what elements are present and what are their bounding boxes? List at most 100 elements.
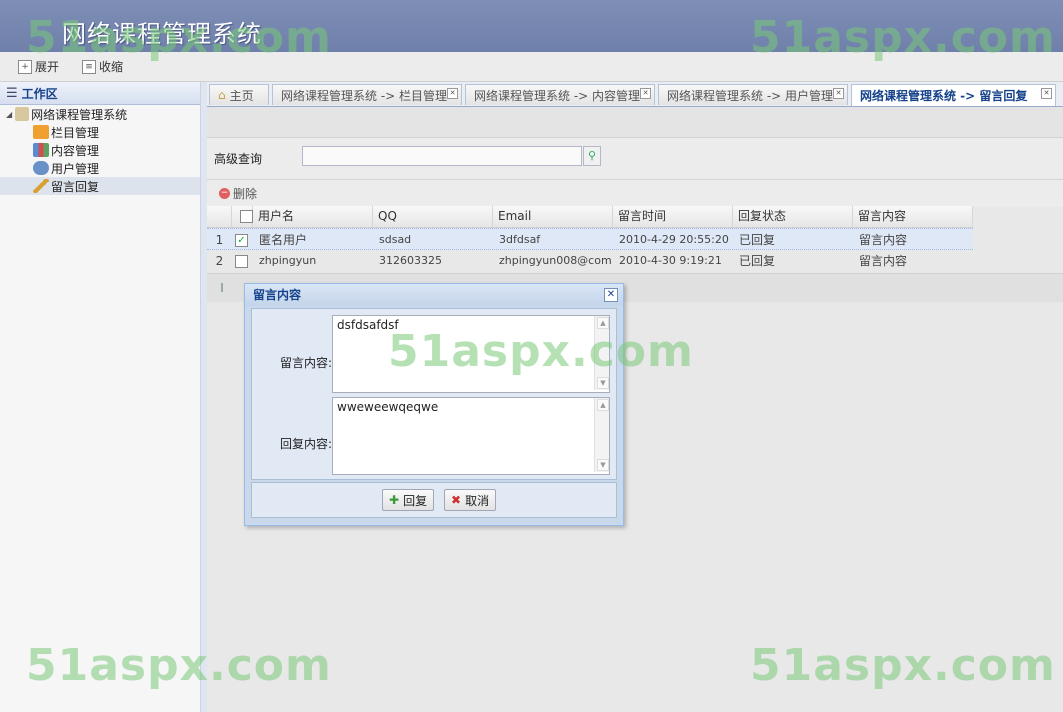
close-icon[interactable]: ✕ (833, 88, 844, 99)
cancel-icon: ✖ (451, 493, 462, 507)
message-scrollbar[interactable]: ▲ ▼ (594, 316, 609, 390)
user-icon (33, 161, 49, 175)
sidebar-item-column[interactable]: 栏目管理 (0, 123, 200, 141)
scroll-down-icon[interactable]: ▼ (597, 377, 609, 389)
tab-user-manage[interactable]: 网络课程管理系统 -> 用户管理 ✕ (658, 84, 848, 105)
col-content[interactable]: 留言内容 (853, 206, 973, 227)
header-rownum (207, 206, 232, 227)
tree-collapse-icon[interactable]: ◢ (6, 110, 12, 119)
reply-field[interactable]: wweweewqeqwe (332, 397, 610, 475)
message-label: 留言内容: (280, 356, 333, 370)
header-check (232, 206, 253, 227)
table-row[interactable]: 2 zhpingyun 312603325 zhpingyun008@com 2… (207, 250, 973, 272)
tab-content-manage[interactable]: 网络课程管理系统 -> 内容管理 ✕ (465, 84, 655, 105)
cancel-button[interactable]: ✖ 取消 (444, 489, 497, 511)
expand-label: 展开 (35, 60, 60, 74)
sidebar-header-label: 工作区 (21, 86, 58, 101)
tab-message-reply[interactable]: 网络课程管理系统 -> 留言回复 ✕ (851, 84, 1056, 106)
app-header: 网络课程管理系统 (0, 0, 1063, 52)
table-row[interactable]: 1 ✓ 匿名用户 sdsad 3dfdsaf 2010-4-29 20:55:2… (207, 228, 973, 250)
search-input[interactable] (302, 146, 582, 166)
toolbar: + 展开 ≡ 收缩 (0, 52, 1063, 82)
reply-button[interactable]: ✚ 回复 (382, 489, 435, 511)
minus-icon: − (219, 188, 230, 199)
cell-username: 匿名用户 (259, 233, 308, 247)
tab-bar: ⌂ 主页 网络课程管理系统 -> 栏目管理 ✕ 网络课程管理系统 -> 内容管理… (207, 82, 1063, 107)
tab-label: 网络课程管理系统 -> 内容管理 (474, 88, 641, 103)
close-icon[interactable]: ✕ (640, 88, 651, 99)
tree-root-label: 网络课程管理系统 (31, 107, 128, 122)
close-icon[interactable]: ✕ (1041, 88, 1052, 99)
tab-home[interactable]: ⌂ 主页 (209, 84, 269, 105)
sidebar-item-users[interactable]: 用户管理 (0, 159, 200, 177)
reply-button-label: 回复 (403, 493, 428, 508)
sidebar-item-label: 内容管理 (51, 143, 100, 158)
collapse-label: 收缩 (99, 60, 124, 74)
tab-label: 网络课程管理系统 -> 栏目管理 (281, 88, 448, 103)
chart-icon (33, 143, 49, 157)
search-icon[interactable]: ⚲ (583, 146, 601, 166)
sidebar: ☰ 工作区 ◢ 网络课程管理系统 栏目管理 内容管理 用户管理 留言回复 (0, 82, 201, 712)
col-status[interactable]: 回复状态 (733, 206, 853, 227)
view-content-link[interactable]: 留言内容 (853, 250, 973, 272)
expand-button[interactable]: + 展开 (18, 58, 59, 75)
cell-email: 3dfdsaf (499, 233, 541, 246)
select-all-checkbox[interactable] (240, 210, 253, 223)
cell-qq: 312603325 (379, 254, 442, 267)
col-email[interactable]: Email (493, 206, 613, 227)
cell-username: zhpingyun (259, 254, 317, 267)
delete-label: 删除 (233, 187, 258, 201)
cell-time: 2010-4-29 20:55:20 (619, 233, 729, 246)
cell-time: 2010-4-30 9:19:21 (619, 254, 722, 267)
collapse-icon: ≡ (82, 59, 96, 74)
col-username[interactable]: 用户名 (253, 206, 373, 227)
reply-scrollbar[interactable]: ▲ ▼ (594, 398, 609, 472)
row-checkbox[interactable] (235, 255, 248, 268)
home-icon: ⌂ (218, 88, 226, 102)
col-time[interactable]: 留言时间 (613, 206, 733, 227)
col-qq[interactable]: QQ (373, 206, 493, 227)
tree-root[interactable]: ◢ 网络课程管理系统 (0, 105, 200, 123)
sidebar-item-messages[interactable]: 留言回复 (0, 177, 200, 195)
rss-icon (33, 125, 49, 139)
sidebar-header: ☰ 工作区 (0, 82, 200, 105)
reply-label: 回复内容: (280, 437, 333, 451)
dialog-title: 留言内容 (245, 284, 623, 306)
close-icon[interactable]: ✕ (604, 288, 618, 302)
message-field[interactable]: dsfdsafdsf (332, 315, 610, 393)
cell-status: 已回复 (739, 254, 776, 268)
dialog-body: 留言内容: dsfdsafdsf ▲ ▼ 回复内容: wweweewqeqwe … (251, 308, 617, 480)
close-icon[interactable]: ✕ (447, 88, 458, 99)
first-page-icon[interactable] (221, 283, 227, 292)
scroll-up-icon[interactable]: ▲ (597, 317, 609, 329)
top-strip (207, 107, 1063, 138)
cancel-button-label: 取消 (465, 493, 490, 508)
message-dialog: 留言内容 ✕ 留言内容: dsfdsafdsf ▲ ▼ 回复内容: wwewee… (244, 283, 624, 526)
tab-column-manage[interactable]: 网络课程管理系统 -> 栏目管理 ✕ (272, 84, 462, 105)
tab-label: 网络课程管理系统 -> 用户管理 (667, 88, 834, 103)
tab-label: 网络课程管理系统 -> 留言回复 (860, 89, 1028, 103)
cell-email: zhpingyun008@com (499, 254, 612, 267)
scroll-down-icon[interactable]: ▼ (597, 459, 609, 471)
row-number: 1 (215, 233, 224, 247)
cell-qq: sdsad (379, 233, 412, 246)
tab-label: 主页 (229, 88, 254, 103)
row-checkbox[interactable]: ✓ (235, 234, 248, 247)
reply-icon: ✚ (389, 493, 400, 507)
collapse-button[interactable]: ≡ 收缩 (82, 58, 123, 75)
action-bar: − 删除 (207, 179, 1063, 207)
sidebar-item-label: 用户管理 (51, 161, 100, 176)
dialog-footer: ✚ 回复 ✖ 取消 (251, 482, 617, 518)
sidebar-item-label: 栏目管理 (51, 125, 100, 140)
home-icon (15, 107, 30, 121)
pencil-icon (33, 179, 49, 193)
grid-header: 用户名 QQ Email 留言时间 回复状态 留言内容 (207, 206, 973, 228)
scroll-up-icon[interactable]: ▲ (597, 399, 609, 411)
search-row: 高级查询 ⚲ (207, 138, 1063, 178)
sidebar-item-content[interactable]: 内容管理 (0, 141, 200, 159)
list-icon: ☰ (6, 85, 18, 101)
view-content-link[interactable]: 留言内容 (853, 229, 973, 251)
sidebar-item-label: 留言回复 (51, 179, 100, 194)
delete-button[interactable]: − 删除 (219, 185, 257, 202)
app-title: 网络课程管理系统 (62, 20, 262, 48)
